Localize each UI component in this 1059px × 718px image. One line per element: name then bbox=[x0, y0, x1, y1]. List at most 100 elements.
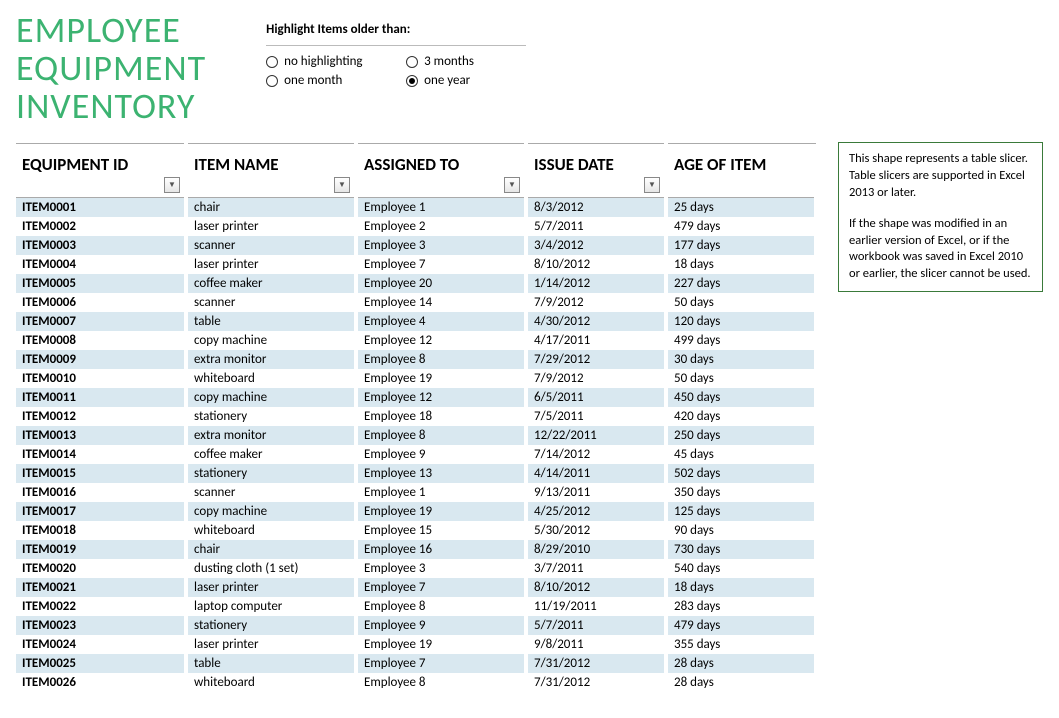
cell-name: extra monitor bbox=[186, 426, 356, 445]
col-header-item-name[interactable]: ITEM NAME ▼ bbox=[186, 144, 356, 198]
table-row[interactable]: ITEM0011copy machineEmployee 126/5/20114… bbox=[16, 388, 816, 407]
cell-date: 7/31/2012 bbox=[526, 654, 666, 673]
table-row[interactable]: ITEM0008copy machineEmployee 124/17/2011… bbox=[16, 331, 816, 350]
cell-age: 479 days bbox=[666, 217, 816, 236]
cell-date: 5/30/2012 bbox=[526, 521, 666, 540]
cell-id: ITEM0002 bbox=[16, 217, 186, 236]
filter-dropdown-icon[interactable]: ▼ bbox=[334, 177, 350, 193]
table-row[interactable]: ITEM0009extra monitorEmployee 87/29/2012… bbox=[16, 350, 816, 369]
table-row[interactable]: ITEM0025tableEmployee 77/31/201228 days bbox=[16, 654, 816, 673]
table-row[interactable]: ITEM0006scannerEmployee 147/9/201250 day… bbox=[16, 293, 816, 312]
cell-name: table bbox=[186, 312, 356, 331]
table-row[interactable]: ITEM0020dusting cloth (1 set)Employee 33… bbox=[16, 559, 816, 578]
table-row[interactable]: ITEM0014coffee makerEmployee 97/14/20124… bbox=[16, 445, 816, 464]
table-row[interactable]: ITEM0005coffee makerEmployee 201/14/2012… bbox=[16, 274, 816, 293]
cell-age: 45 days bbox=[666, 445, 816, 464]
table-row[interactable]: ITEM0004laser printerEmployee 78/10/2012… bbox=[16, 255, 816, 274]
table-row[interactable]: ITEM0017copy machineEmployee 194/25/2012… bbox=[16, 502, 816, 521]
cell-name: copy machine bbox=[186, 331, 356, 350]
cell-id: ITEM0018 bbox=[16, 521, 186, 540]
title-line-2: EQUIPMENT bbox=[16, 50, 206, 88]
slicer-placeholder: This shape represents a table slicer. Ta… bbox=[838, 142, 1043, 292]
cell-name: laptop computer bbox=[186, 597, 356, 616]
cell-name: coffee maker bbox=[186, 274, 356, 293]
filter-dropdown-icon[interactable]: ▼ bbox=[164, 177, 180, 193]
cell-date: 4/25/2012 bbox=[526, 502, 666, 521]
radio-one-year[interactable]: one year bbox=[406, 73, 526, 88]
col-header-age-of-item[interactable]: AGE OF ITEM bbox=[666, 144, 816, 198]
table-row[interactable]: ITEM0016scannerEmployee 19/13/2011350 da… bbox=[16, 483, 816, 502]
table-row[interactable]: ITEM0013extra monitorEmployee 812/22/201… bbox=[16, 426, 816, 445]
table-row[interactable]: ITEM0021laser printerEmployee 78/10/2012… bbox=[16, 578, 816, 597]
cell-assigned: Employee 19 bbox=[356, 369, 526, 388]
cell-name: extra monitor bbox=[186, 350, 356, 369]
cell-date: 7/31/2012 bbox=[526, 673, 666, 692]
cell-assigned: Employee 7 bbox=[356, 578, 526, 597]
filter-dropdown-icon[interactable]: ▼ bbox=[504, 177, 520, 193]
table-row[interactable]: ITEM0019chairEmployee 168/29/2010730 day… bbox=[16, 540, 816, 559]
table-row[interactable]: ITEM0007tableEmployee 44/30/2012120 days bbox=[16, 312, 816, 331]
radio-no-highlighting[interactable]: no highlighting bbox=[266, 54, 406, 69]
table-row[interactable]: ITEM0002laser printerEmployee 25/7/20114… bbox=[16, 217, 816, 236]
filter-dropdown-icon[interactable]: ▼ bbox=[644, 177, 660, 193]
cell-assigned: Employee 19 bbox=[356, 502, 526, 521]
radio-one-month[interactable]: one month bbox=[266, 73, 406, 88]
cell-assigned: Employee 19 bbox=[356, 635, 526, 654]
cell-id: ITEM0025 bbox=[16, 654, 186, 673]
table-row[interactable]: ITEM0001chairEmployee 18/3/201225 days bbox=[16, 198, 816, 218]
radio-label: no highlighting bbox=[284, 54, 362, 69]
cell-date: 8/3/2012 bbox=[526, 198, 666, 218]
cell-assigned: Employee 7 bbox=[356, 654, 526, 673]
cell-id: ITEM0004 bbox=[16, 255, 186, 274]
cell-assigned: Employee 12 bbox=[356, 388, 526, 407]
cell-assigned: Employee 9 bbox=[356, 616, 526, 635]
cell-name: scanner bbox=[186, 236, 356, 255]
col-header-issue-date[interactable]: ISSUE DATE ▼ bbox=[526, 144, 666, 198]
cell-age: 90 days bbox=[666, 521, 816, 540]
highlight-controls: Highlight Items older than: no highlight… bbox=[266, 22, 526, 88]
inventory-table: EQUIPMENT ID ▼ ITEM NAME ▼ ASSIGNED TO ▼… bbox=[16, 143, 818, 692]
cell-date: 4/14/2011 bbox=[526, 464, 666, 483]
cell-id: ITEM0003 bbox=[16, 236, 186, 255]
cell-name: stationery bbox=[186, 407, 356, 426]
table-row[interactable]: ITEM0023stationeryEmployee 95/7/2011479 … bbox=[16, 616, 816, 635]
radio-3-months[interactable]: 3 months bbox=[406, 54, 526, 69]
cell-id: ITEM0021 bbox=[16, 578, 186, 597]
cell-age: 177 days bbox=[666, 236, 816, 255]
table-row[interactable]: ITEM0003scannerEmployee 33/4/2012177 day… bbox=[16, 236, 816, 255]
cell-age: 28 days bbox=[666, 654, 816, 673]
table-row[interactable]: ITEM0015stationeryEmployee 134/14/201150… bbox=[16, 464, 816, 483]
cell-date: 3/4/2012 bbox=[526, 236, 666, 255]
cell-id: ITEM0014 bbox=[16, 445, 186, 464]
cell-age: 283 days bbox=[666, 597, 816, 616]
radio-icon bbox=[266, 56, 278, 68]
cell-date: 5/7/2011 bbox=[526, 616, 666, 635]
table-row[interactable]: ITEM0024laser printerEmployee 199/8/2011… bbox=[16, 635, 816, 654]
col-header-label: AGE OF ITEM bbox=[674, 154, 766, 175]
col-header-label: ITEM NAME bbox=[194, 154, 279, 175]
cell-id: ITEM0007 bbox=[16, 312, 186, 331]
cell-name: coffee maker bbox=[186, 445, 356, 464]
cell-name: stationery bbox=[186, 464, 356, 483]
cell-assigned: Employee 16 bbox=[356, 540, 526, 559]
cell-date: 6/5/2011 bbox=[526, 388, 666, 407]
radio-label: one month bbox=[284, 73, 342, 88]
cell-date: 7/14/2012 bbox=[526, 445, 666, 464]
table-row[interactable]: ITEM0012stationeryEmployee 187/5/2011420… bbox=[16, 407, 816, 426]
col-header-equipment-id[interactable]: EQUIPMENT ID ▼ bbox=[16, 144, 186, 198]
slicer-text-2: If the shape was modified in an earlier … bbox=[849, 216, 1032, 284]
cell-age: 30 days bbox=[666, 350, 816, 369]
cell-name: table bbox=[186, 654, 356, 673]
radio-icon bbox=[266, 75, 278, 87]
table-row[interactable]: ITEM0010whiteboardEmployee 197/9/201250 … bbox=[16, 369, 816, 388]
cell-assigned: Employee 9 bbox=[356, 445, 526, 464]
table-row[interactable]: ITEM0026whiteboardEmployee 87/31/201228 … bbox=[16, 673, 816, 692]
table-row[interactable]: ITEM0018whiteboardEmployee 155/30/201290… bbox=[16, 521, 816, 540]
cell-name: whiteboard bbox=[186, 673, 356, 692]
cell-name: stationery bbox=[186, 616, 356, 635]
radio-icon bbox=[406, 56, 418, 68]
cell-id: ITEM0008 bbox=[16, 331, 186, 350]
table-row[interactable]: ITEM0022laptop computerEmployee 811/19/2… bbox=[16, 597, 816, 616]
cell-date: 7/29/2012 bbox=[526, 350, 666, 369]
col-header-assigned-to[interactable]: ASSIGNED TO ▼ bbox=[356, 144, 526, 198]
